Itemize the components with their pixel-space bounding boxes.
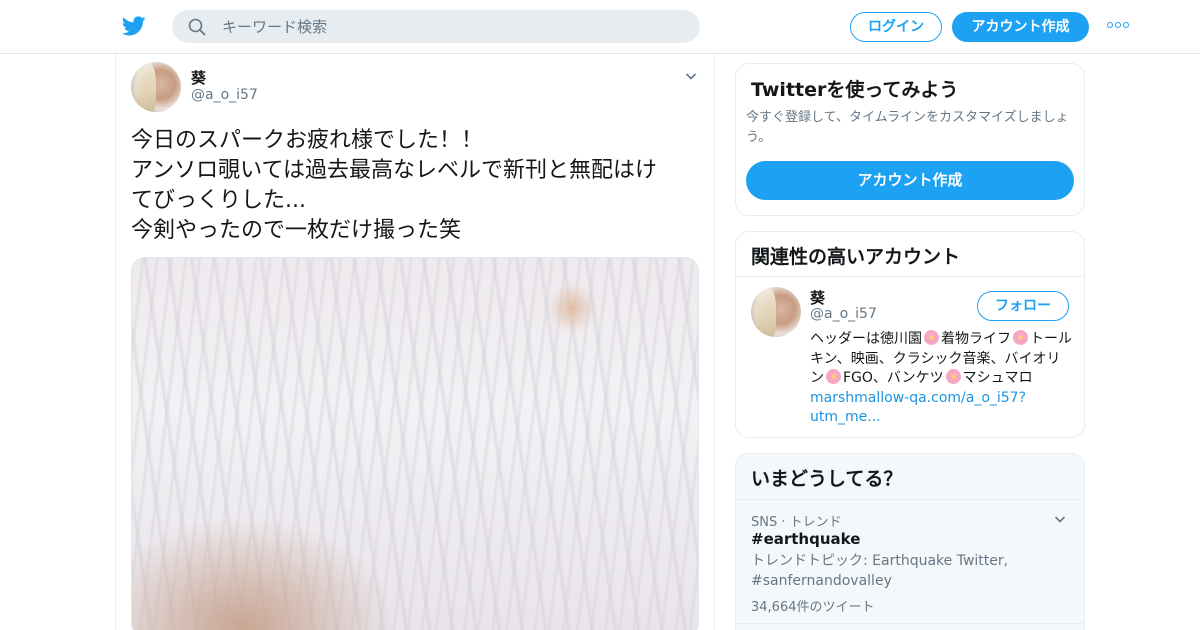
related-account-handle[interactable]: @a_o_i57 (810, 306, 877, 322)
tweet-column: 葵 @a_o_i57 今日のスパークお疲れ様でした！！ アンソロ覗いては過去最高… (115, 54, 715, 630)
avatar[interactable] (751, 287, 801, 337)
tweet-text-line: てびっくりした... (131, 188, 306, 213)
bio-text: マシュマロ (962, 370, 1033, 386)
signup-card-button[interactable]: アカウント作成 (746, 161, 1074, 200)
search-box[interactable] (172, 10, 700, 43)
trend-description: トレンドトピック: Earthquake Twitter, #sanfernan… (751, 553, 1009, 589)
cherry-blossom-icon (924, 330, 939, 345)
bio-text: ヘッダーは徳川園 (810, 331, 922, 347)
signup-button[interactable]: アカウント作成 (952, 12, 1089, 42)
tweet-text-line: アンソロ覗いては過去最高なレベルで新刊と無配はけ (131, 158, 658, 183)
follow-button[interactable]: フォロー (977, 291, 1069, 321)
cherry-blossom-icon (1013, 330, 1028, 345)
trend-meta: SNS · トレンド (751, 515, 842, 530)
tweet-author-name[interactable]: 葵 (191, 67, 206, 88)
chevron-down-icon[interactable] (1054, 513, 1066, 525)
search-icon (188, 18, 206, 36)
cherry-blossom-icon (826, 369, 841, 384)
related-accounts-card: 関連性の高いアカウント 葵 @a_o_i57 フォロー ヘッダーは徳川園 着物ライ… (735, 231, 1085, 438)
divider (736, 276, 1084, 277)
photo-detail (547, 283, 597, 333)
related-account-bio: ヘッダーは徳川園 着物ライフ トールキン、映画、クラシック音楽、バイオリン FGO、バ… (810, 330, 1072, 428)
more-dots-icon[interactable] (1107, 22, 1129, 30)
login-button[interactable]: ログイン (850, 12, 942, 42)
trends-title: いまどうしてる？ (751, 468, 903, 490)
signup-card-title: Twitterを使ってみよう (751, 79, 959, 101)
bio-text: FGO、バンケツ (843, 370, 944, 386)
top-navigation-bar: ログイン アカウント作成 (0, 0, 1200, 54)
tweet-text-line: 今剣やったので一枚だけ撮った笑 (131, 218, 462, 243)
search-input[interactable] (222, 10, 682, 43)
related-account-name[interactable]: 葵 (810, 287, 825, 308)
tweet-text: 今日のスパークお疲れ様でした！！ アンソロ覗いては過去最高なレベルで新刊と無配は… (131, 126, 706, 246)
bio-link[interactable]: marshmallow-qa.com/a_o_i57?utm_me... (810, 390, 1026, 426)
cherry-blossom-icon (945, 369, 961, 384)
chevron-down-icon[interactable] (685, 70, 697, 82)
trend-hashtag[interactable]: #earthquake (751, 530, 860, 548)
trends-card: いまどうしてる？ SNS · トレンド #earthquake トレンドトピック… (735, 453, 1085, 630)
bio-text: 着物ライフ (941, 331, 1011, 347)
tweet-text-line: 今日のスパークお疲れ様でした！！ (131, 128, 484, 153)
signup-card-subtitle: 今すぐ登録して、タイムラインをカスタマイズしましょう。 (746, 110, 1069, 145)
divider (736, 499, 1084, 500)
related-accounts-title: 関連性の高いアカウント (751, 246, 961, 268)
tweet-photo[interactable] (131, 257, 699, 630)
tweet-author-handle[interactable]: @a_o_i57 (191, 87, 258, 103)
twitter-bird-icon[interactable] (121, 14, 147, 38)
trend-tweet-count: 34,664件のツイート (751, 600, 875, 615)
signup-card: Twitterを使ってみよう 今すぐ登録して、タイムラインをカスタマイズしましょ… (735, 63, 1085, 216)
avatar[interactable] (131, 62, 181, 112)
divider (736, 623, 1084, 624)
